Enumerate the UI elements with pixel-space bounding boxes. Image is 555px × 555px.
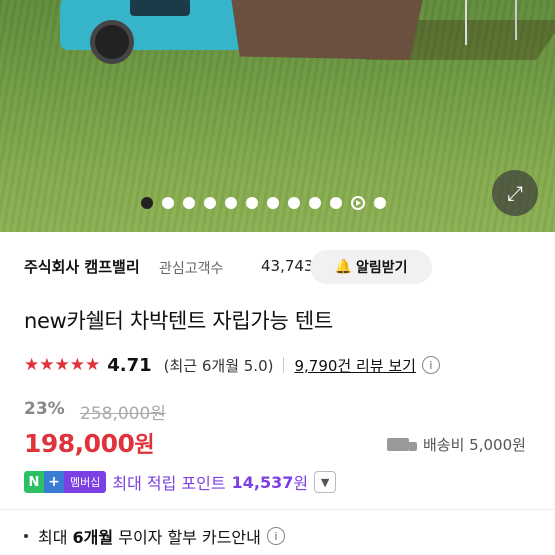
bell-plus-icon: 🔔 — [334, 259, 352, 275]
chevron-down-icon[interactable]: ▼ — [314, 471, 337, 493]
max-points-value: 14,537 — [231, 472, 294, 492]
carousel-dot[interactable] — [309, 197, 321, 209]
tent-pole — [465, 0, 467, 45]
product-image-carousel[interactable]: ⤢ — [0, 0, 555, 232]
expand-icon[interactable]: ⤢ — [492, 170, 538, 216]
play-icon — [356, 200, 361, 206]
recent-rating: (최근 6개월 5.0) — [163, 356, 274, 375]
info-icon[interactable]: i — [421, 356, 440, 374]
discount-rate: 23% — [24, 399, 65, 419]
carousel-dot[interactable] — [225, 197, 237, 209]
alarm-button-label: 알림받기 — [355, 260, 408, 276]
rating-score: 4.71 — [107, 354, 152, 376]
tent-image — [230, 0, 425, 60]
rating-row: ★★★★★ 4.71 (최근 6개월 5.0) 9,790건 리뷰 보기 i — [24, 353, 440, 377]
shipping-fee-text: 배송비 5,000원 — [423, 436, 526, 454]
card-prefix: 최대 — [38, 528, 68, 547]
sale-price-value: 198,000 — [24, 429, 135, 458]
carousel-dot[interactable] — [374, 197, 386, 209]
interest-customer-label: 관심고객수 — [159, 261, 224, 277]
card-highlight: 6개월 — [72, 528, 114, 547]
info-icon[interactable]: i — [266, 527, 285, 545]
star-rating-icon: ★★★★★ — [24, 355, 101, 375]
currency-unit: 원 — [134, 433, 155, 458]
carousel-dot[interactable] — [183, 197, 195, 209]
car-image — [60, 0, 250, 64]
car-window — [130, 0, 190, 16]
interest-customer-count: 43,743 — [261, 257, 314, 275]
car-wheel — [90, 20, 134, 64]
truck-icon — [387, 438, 417, 451]
carousel-dot[interactable] — [330, 197, 342, 209]
product-title: new카쉘터 차박텐트 자립가능 텐트 — [24, 309, 333, 333]
carousel-video-dot[interactable] — [351, 196, 365, 210]
carousel-dot[interactable] — [246, 197, 258, 209]
points-unit: 원 — [293, 474, 309, 493]
carousel-dot[interactable] — [141, 197, 153, 209]
shipping-fee: 배송비 5,000원 — [387, 434, 526, 455]
membership-badge: 멤버십 — [64, 471, 107, 493]
plus-badge: + — [44, 471, 64, 493]
carousel-indicators — [141, 196, 386, 210]
sale-price: 198,000원 — [24, 427, 155, 459]
carousel-dot[interactable] — [288, 197, 300, 209]
points-row: N + 멤버십 최대 적립 포인트 14,537 원 ▼ — [24, 470, 337, 494]
review-link[interactable]: 9,790건 리뷰 보기 — [294, 355, 415, 376]
carousel-dot[interactable] — [204, 197, 216, 209]
carousel-dot[interactable] — [162, 197, 174, 209]
card-installment-info[interactable]: 최대 6개월 무이자 할부 카드안내 i — [24, 524, 285, 548]
naver-n-badge: N — [24, 471, 44, 493]
divider — [283, 357, 285, 373]
max-points-label: 최대 적립 포인트 — [112, 474, 226, 493]
tent-pole — [515, 0, 517, 40]
seller-bar: 주식회사 캠프밸리 관심고객수 43,743 🔔 알림받기 — [24, 250, 555, 284]
carousel-dot[interactable] — [267, 197, 279, 209]
original-price: 258,000원 — [80, 404, 166, 424]
section-divider — [0, 509, 555, 510]
card-suffix: 무이자 할부 카드안내 — [118, 528, 261, 547]
seller-name[interactable]: 주식회사 캠프밸리 — [24, 256, 140, 277]
bullet-icon — [24, 534, 28, 538]
alarm-button[interactable]: 🔔 알림받기 — [310, 250, 432, 284]
